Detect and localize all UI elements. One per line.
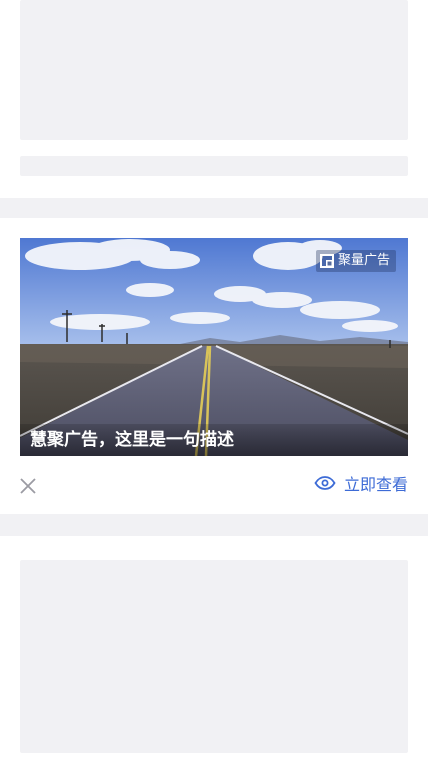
placeholder-line-top <box>20 156 408 176</box>
close-icon <box>20 478 36 494</box>
close-button[interactable] <box>18 476 38 496</box>
ad-card: 聚量广告 慧聚广告，这里是一句描述 立即查看 <box>0 218 428 514</box>
ad-badge-label: 聚量广告 <box>337 253 390 268</box>
placeholder-block-bottom <box>20 560 408 753</box>
eye-icon <box>314 476 336 490</box>
section-divider <box>0 514 428 536</box>
ad-logo-icon <box>319 254 334 268</box>
view-now-button[interactable]: 立即查看 <box>314 470 408 496</box>
ad-badge: 聚量广告 <box>315 250 396 272</box>
ad-image[interactable]: 聚量广告 慧聚广告，这里是一句描述 <box>20 238 408 456</box>
section-divider <box>0 198 428 218</box>
view-now-label: 立即查看 <box>343 475 408 494</box>
ad-caption: 慧聚广告，这里是一句描述 <box>20 424 408 456</box>
placeholder-block-top <box>20 0 408 140</box>
